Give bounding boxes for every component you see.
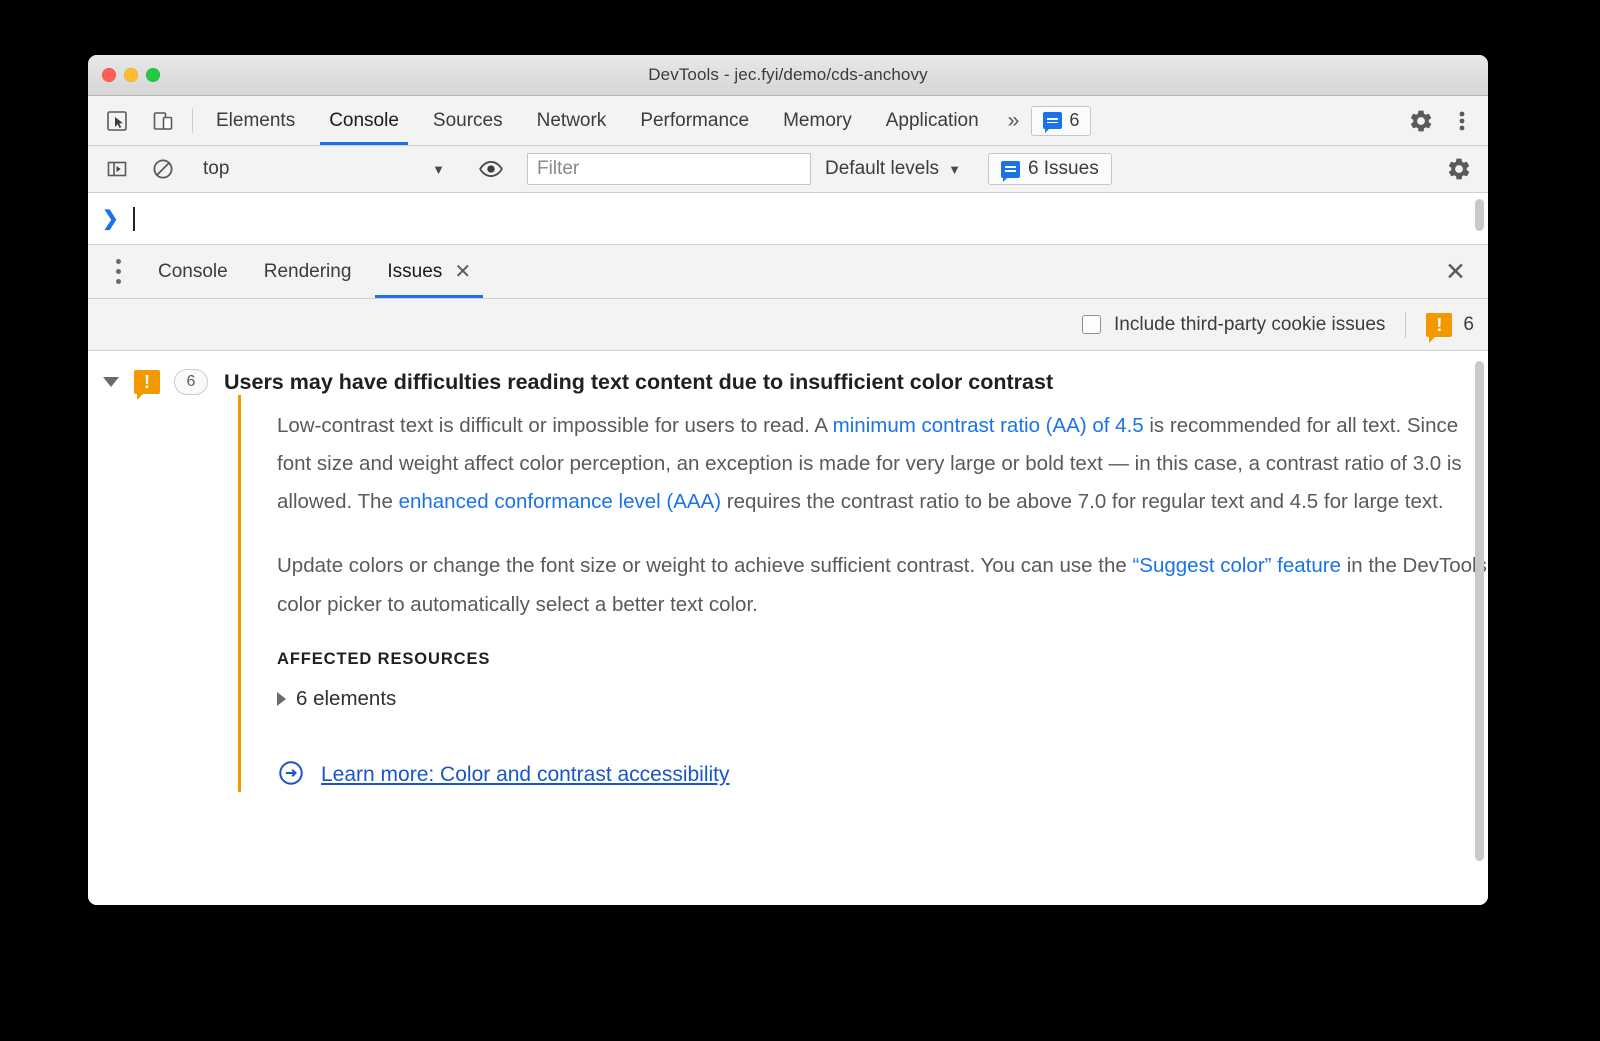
main-tabbar: Elements Console Sources Network Perform…	[88, 96, 1488, 146]
close-drawer-icon[interactable]: ✕	[1423, 245, 1488, 298]
titlebar: DevTools - jec.fyi/demo/cds-anchovy	[88, 55, 1488, 96]
chevron-down-icon: ▼	[948, 161, 961, 177]
issues-bubble-icon	[1043, 112, 1063, 133]
device-toolbar-icon[interactable]	[140, 96, 186, 145]
toolbar-divider	[192, 108, 193, 133]
tab-elements[interactable]: Elements	[199, 96, 312, 145]
console-sidebar-icon[interactable]	[94, 157, 140, 181]
execution-context-value: top	[203, 158, 230, 179]
devtools-window: DevTools - jec.fyi/demo/cds-anchovy Elem…	[88, 55, 1488, 905]
traffic-lights	[102, 68, 160, 82]
issue-detail: Low-contrast text is difficult or imposs…	[238, 395, 1488, 792]
issues-button-label: 6 Issues	[1027, 158, 1099, 179]
issues-warning-summary: ! 6	[1426, 312, 1474, 343]
drawer-tab-rendering[interactable]: Rendering	[246, 245, 370, 298]
arrow-circle-icon	[277, 759, 305, 792]
warning-count-label: 6	[1463, 313, 1474, 335]
issues-bubble-icon	[1000, 160, 1020, 182]
paragraph1-part1: Low-contrast text is difficult or imposs…	[277, 414, 833, 437]
enhanced-conformance-link[interactable]: enhanced conformance level (AAA)	[399, 490, 722, 513]
affected-resource-label: 6 elements	[296, 686, 397, 710]
gear-icon[interactable]	[1398, 108, 1444, 134]
third-party-cookie-checkbox-row[interactable]: Include third-party cookie issues	[1082, 314, 1385, 336]
live-expression-eye-icon[interactable]	[468, 156, 514, 182]
issue-paragraph-2: Update colors or change the font size or…	[277, 547, 1488, 623]
filter-placeholder: Filter	[537, 158, 580, 179]
drawer-tab-label: Rendering	[263, 260, 352, 282]
drawer-tabbar: Console Rendering Issues ✕ ✕	[88, 245, 1488, 299]
tab-application[interactable]: Application	[869, 96, 996, 145]
issues-filter-row: Include third-party cookie issues ! 6	[88, 299, 1488, 351]
inspect-element-icon[interactable]	[94, 96, 140, 145]
drawer-tab-issues[interactable]: Issues ✕	[369, 245, 489, 298]
more-tabs-icon[interactable]: »	[996, 96, 1032, 145]
issues-scrollbar[interactable]	[1475, 361, 1484, 861]
log-levels-label: Default levels	[825, 158, 940, 179]
filter-input[interactable]: Filter	[527, 153, 811, 185]
console-scrollbar[interactable]	[1475, 199, 1484, 231]
tab-network[interactable]: Network	[520, 96, 624, 145]
issue-count-badge: 6	[174, 369, 208, 395]
tab-console[interactable]: Console	[312, 96, 416, 145]
learn-more-link[interactable]: Learn more: Color and contrast accessibi…	[321, 763, 730, 787]
vertical-dots-icon[interactable]	[1444, 109, 1480, 133]
issues-count-badge[interactable]: 6	[1031, 105, 1092, 136]
panel-tabs: Elements Console Sources Network Perform…	[199, 96, 996, 145]
expand-resource-icon[interactable]	[277, 691, 286, 706]
warning-bubble-icon: !	[134, 370, 160, 400]
issues-list: ! 6 Users may have difficulties reading …	[88, 351, 1488, 905]
drawer-tab-label: Issues	[387, 260, 443, 282]
expand-collapse-icon[interactable]	[88, 377, 134, 387]
learn-more-row[interactable]: Learn more: Color and contrast accessibi…	[277, 759, 1488, 792]
drawer-tab-console[interactable]: Console	[140, 245, 246, 298]
chevron-down-icon: ▼	[432, 161, 445, 177]
affected-resources-header: AFFECTED RESOURCES	[277, 649, 491, 668]
console-prompt-row[interactable]: ❯	[88, 193, 1488, 245]
issues-row-divider	[1405, 311, 1407, 338]
tab-performance[interactable]: Performance	[623, 96, 766, 145]
close-icon[interactable]: ✕	[454, 262, 471, 282]
clear-console-icon[interactable]	[140, 157, 186, 181]
affected-resource-row[interactable]: 6 elements	[277, 687, 1488, 711]
issues-button[interactable]: 6 Issues	[987, 153, 1112, 185]
console-toolbar: top ▼ Filter Default levels ▼ 6 Issues	[88, 146, 1488, 193]
minimum-contrast-link[interactable]: minimum contrast ratio (AA) of 4.5	[833, 414, 1144, 437]
tab-sources[interactable]: Sources	[416, 96, 520, 145]
suggest-color-link[interactable]: “Suggest color” feature	[1132, 554, 1341, 577]
third-party-cookie-label: Include third-party cookie issues	[1114, 313, 1386, 335]
issue-header[interactable]: ! 6 Users may have difficulties reading …	[88, 351, 1488, 400]
paragraph1-part3: requires the contrast ratio to be above …	[721, 490, 1444, 514]
issue-title: Users may have difficulties reading text…	[224, 369, 1054, 394]
drawer-tab-label: Console	[158, 260, 228, 282]
text-cursor	[132, 206, 135, 231]
minimize-window-button[interactable]	[124, 68, 138, 82]
issue-paragraph-1: Low-contrast text is difficult or imposs…	[277, 407, 1488, 521]
prompt-chevron-icon: ❯	[102, 208, 119, 230]
third-party-cookie-checkbox[interactable]	[1082, 315, 1101, 334]
execution-context-dropdown[interactable]: top ▼	[199, 158, 455, 180]
vertical-dots-icon[interactable]	[96, 245, 140, 298]
window-title: DevTools - jec.fyi/demo/cds-anchovy	[648, 65, 928, 84]
close-window-button[interactable]	[102, 68, 116, 82]
tab-memory[interactable]: Memory	[766, 96, 869, 145]
log-levels-dropdown[interactable]: Default levels ▼	[811, 158, 975, 180]
zoom-window-button[interactable]	[146, 68, 160, 82]
issues-count-label: 6	[1069, 110, 1080, 130]
warning-bubble-icon: !	[1426, 312, 1453, 343]
paragraph2-part1: Update colors or change the font size or…	[277, 554, 1133, 578]
gear-icon[interactable]	[1436, 156, 1482, 182]
